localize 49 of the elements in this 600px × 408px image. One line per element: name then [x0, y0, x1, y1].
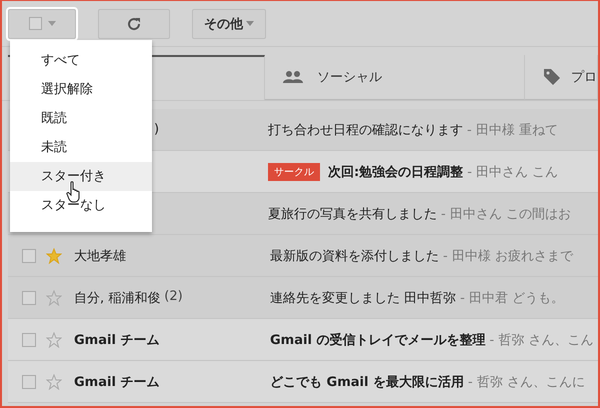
thread-count: (2) [164, 288, 183, 306]
star-icon[interactable] [46, 332, 62, 348]
subject-text: 連絡先を変更しました 田中哲弥 [270, 290, 456, 306]
snippet-text: - 田中様 お疲れさまで [443, 248, 573, 264]
snippet-text: - 田中君 どうも。 [460, 290, 564, 306]
hand-cursor-icon [66, 181, 82, 203]
sender-name: 大地孝雄 [74, 248, 126, 264]
checkbox-icon[interactable] [22, 374, 36, 388]
snippet-text: - 哲弥 さん、こん [489, 332, 594, 348]
tab[interactable]: プロ [525, 55, 598, 100]
checkbox-icon[interactable] [22, 332, 36, 346]
tab[interactable]: ソーシャル [265, 55, 525, 100]
subject-text: 次回:勉強会の日程調整 [328, 164, 464, 180]
message-row[interactable]: 自分, 稲浦和俊 (2) 連絡先を変更しました 田中哲弥 - 田中君 どうも。 [8, 277, 598, 319]
select-button[interactable] [8, 8, 76, 38]
caret-icon [246, 21, 254, 26]
checkbox-icon[interactable] [22, 290, 36, 304]
snippet-text: - 田中様 重ねて [467, 122, 558, 138]
people-icon [283, 71, 303, 83]
message-row[interactable]: Gmail チーム Gmail の受信トレイでメールを整理 - 哲弥 さん、こん [8, 319, 598, 361]
star-icon[interactable] [46, 374, 62, 390]
menu-item[interactable]: すべて [10, 46, 152, 75]
menu-item[interactable]: スター付き [10, 162, 152, 191]
checkbox-icon [28, 17, 42, 30]
subject-text: 夏旅行の写真を共有しました [268, 206, 437, 222]
more-button[interactable]: その他 [192, 8, 266, 38]
tag-icon [543, 68, 561, 86]
star-icon[interactable] [46, 248, 62, 264]
sender-name: ) [153, 122, 160, 137]
menu-item[interactable]: 選択解除 [10, 75, 152, 104]
subject-text: どこでも Gmail を最大限に活用 [270, 374, 464, 390]
menu-item[interactable]: スターなし [10, 191, 152, 220]
subject-text: 最新版の資料を添付しました [270, 248, 439, 264]
sender-name: Gmail チーム [74, 332, 160, 348]
snippet-text: - 田中さん こん [467, 164, 558, 180]
sender-name: Gmail チーム [74, 374, 160, 390]
snippet-text: - 哲弥 さん、こんに [468, 374, 585, 390]
subject-text: Gmail の受信トレイでメールを整理 [270, 332, 486, 348]
refresh-button[interactable] [98, 8, 170, 38]
sender-name: 自分, 稲浦和俊 [74, 290, 160, 306]
message-row[interactable]: Gmail チーム どこでも Gmail を最大限に活用 - 哲弥 さん、こんに [8, 361, 598, 403]
subject-text: 打ち合わせ日程の確認になります [268, 122, 463, 138]
message-row[interactable]: 大地孝雄 最新版の資料を添付しました - 田中様 お疲れさまで [8, 235, 598, 277]
caret-icon [48, 21, 56, 26]
star-icon[interactable] [46, 290, 62, 306]
refresh-icon [127, 16, 141, 30]
snippet-text: - 田中さん この間はお [441, 206, 571, 222]
checkbox-icon[interactable] [22, 248, 36, 262]
label-tag: サークル [268, 162, 320, 180]
